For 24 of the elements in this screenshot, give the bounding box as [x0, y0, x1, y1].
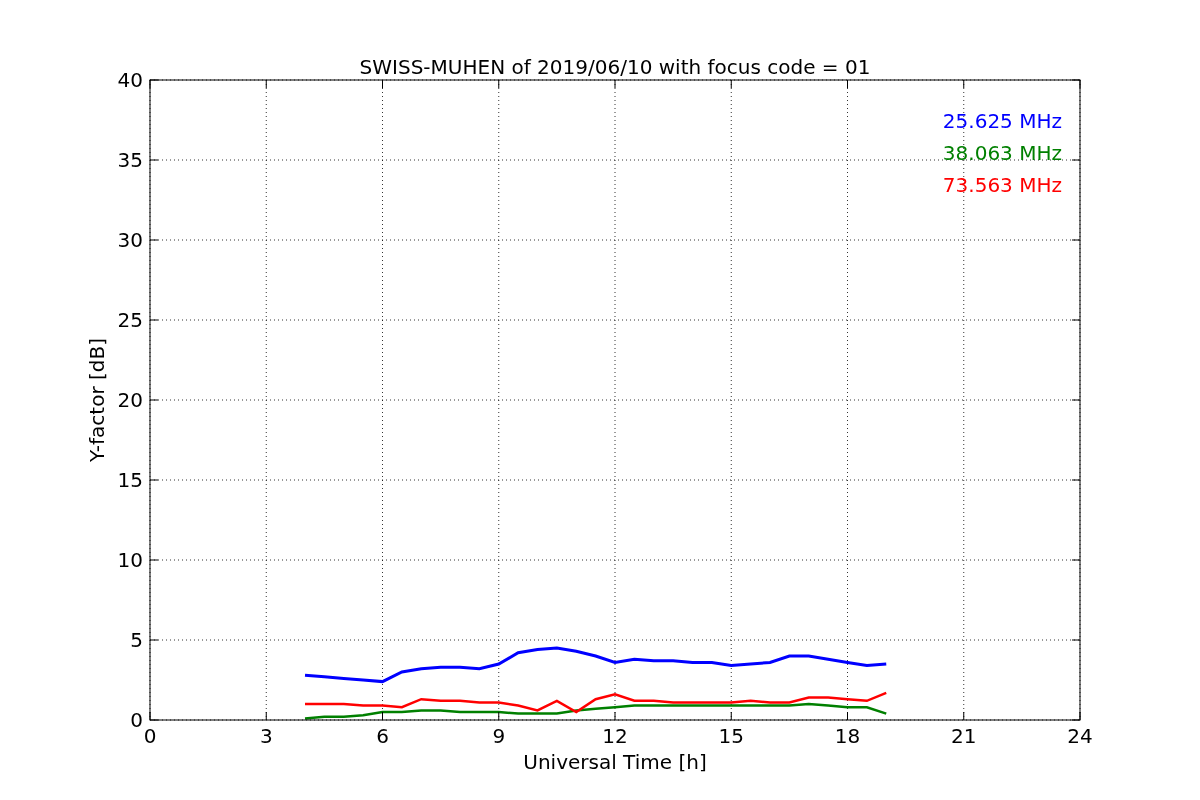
- x-tick-label: 3: [259, 724, 273, 748]
- y-tick-label: 5: [130, 628, 143, 652]
- chart-title: SWISS-MUHEN of 2019/06/10 with focus code = 01: [359, 55, 871, 79]
- x-tick-label: 15: [718, 724, 744, 748]
- y-axis-label: Y-factor [dB]: [85, 338, 109, 462]
- legend-label: 25.625 MHz: [942, 109, 1062, 133]
- y-tick-label: 30: [117, 228, 143, 252]
- y-tick-label: 0: [130, 708, 143, 732]
- y-tick-label: 25: [117, 308, 143, 332]
- y-tick-label: 10: [117, 548, 143, 572]
- x-tick-label: 6: [376, 724, 389, 748]
- y-tick-label: 40: [117, 68, 143, 92]
- legend-label: 38.063 MHz: [942, 141, 1062, 165]
- x-tick-label: 24: [1067, 724, 1093, 748]
- x-tick-label: 21: [951, 724, 977, 748]
- y-tick-label: 20: [117, 388, 143, 412]
- x-tick-label: 12: [602, 724, 628, 748]
- y-tick-label: 15: [117, 468, 143, 492]
- legend-label: 73.563 MHz: [942, 173, 1062, 197]
- x-axis-label: Universal Time [h]: [523, 750, 707, 774]
- x-tick-label: 18: [834, 724, 861, 748]
- x-tick-label: 0: [143, 724, 157, 748]
- y-tick-label: 35: [117, 148, 143, 172]
- x-tick-label: 9: [492, 724, 506, 748]
